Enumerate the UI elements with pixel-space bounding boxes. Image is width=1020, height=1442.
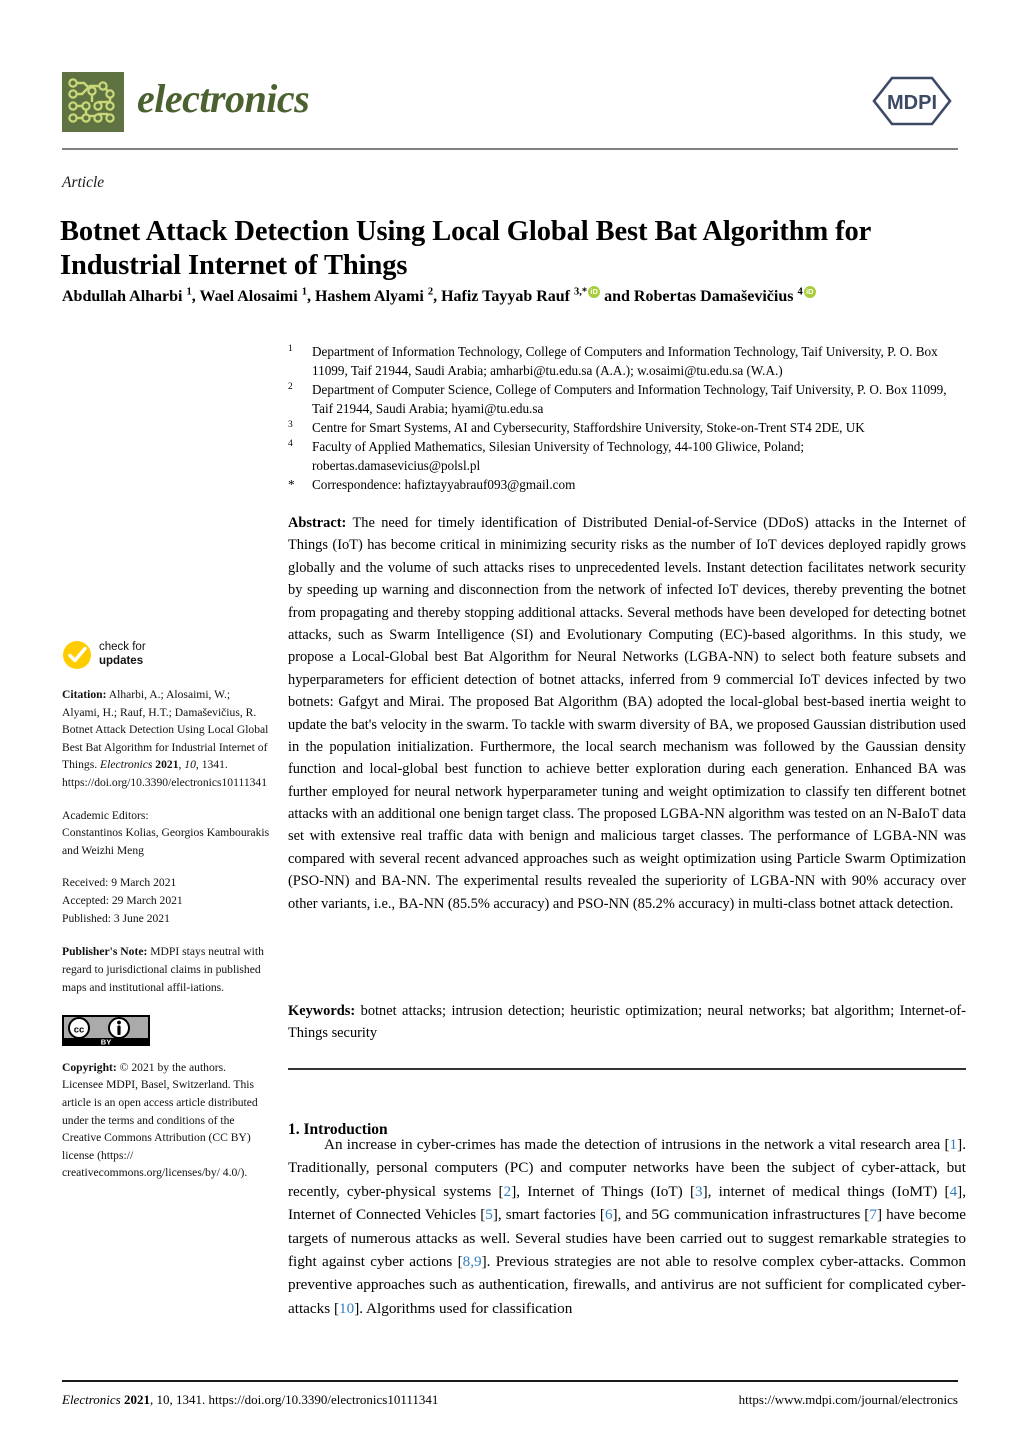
affiliation-row: 2 Department of Computer Science, College… <box>288 380 960 418</box>
check-for-updates-line1: check for <box>99 641 146 654</box>
page-footer: Electronics 2021, 10, 1341. https://doi.… <box>62 1392 958 1408</box>
citation-doi-link[interactable]: https://doi.org/10.3390/electronics10111… <box>62 776 267 789</box>
abstract-text: The need for timely identification of Di… <box>288 515 966 912</box>
check-circle-icon <box>63 641 91 669</box>
abstract-block: Abstract: The need for timely identifica… <box>288 512 966 915</box>
creative-commons-icon: cc <box>74 1025 85 1036</box>
header-divider <box>62 148 958 150</box>
affiliation-row: 4 Faculty of Applied Mathematics, Silesia… <box>288 437 960 475</box>
academic-editors-label: Academic Editors: <box>62 808 149 822</box>
reference-link[interactable]: 1 <box>950 1136 958 1153</box>
affiliation-marker: 1 <box>288 344 293 354</box>
circuit-board-icon <box>62 72 124 132</box>
reference-link[interactable]: 7 <box>869 1206 877 1223</box>
paper-page: electronics MDPI Article Botnet Attack D… <box>0 0 1020 1442</box>
citation-article-number: 1341. <box>201 758 228 772</box>
mdpi-logo-text: MDPI <box>887 92 937 114</box>
reference-link[interactable]: 4 <box>950 1183 958 1200</box>
journal-name: electronics <box>137 76 310 121</box>
reference-link[interactable]: 10 <box>339 1300 354 1317</box>
keywords-divider <box>288 1068 966 1070</box>
accepted-date: Accepted: 29 March 2021 <box>62 894 183 908</box>
academic-editors-block: Academic Editors: Constantinos Kolias, G… <box>62 807 270 860</box>
journal-logo[interactable]: electronics <box>62 72 310 132</box>
citation-volume: 10 <box>184 758 196 772</box>
footer-journal: Electronics <box>62 1392 121 1407</box>
abstract-label: Abstract: <box>288 515 347 531</box>
attribution-person-icon <box>117 1025 121 1036</box>
copyright-block: Copyright: © 2021 by the authors. Licens… <box>62 1059 270 1182</box>
sidebar: check for updates Citation: Alharbi, A.;… <box>62 640 270 1197</box>
dates-block: Received: 9 March 2021 Accepted: 29 Marc… <box>62 874 270 928</box>
copyright-text: © 2021 by the authors. Licensee MDPI, Ba… <box>62 1060 258 1180</box>
affiliation-row: 3 Centre for Smart Systems, AI and Cybers… <box>288 418 960 437</box>
reference-link[interactable]: 3 <box>695 1183 703 1200</box>
reference-link[interactable]: 8,9 <box>463 1253 482 1270</box>
reference-link[interactable]: 2 <box>504 1183 512 1200</box>
footer-journal-url[interactable]: https://www.mdpi.com/journal/electronics <box>739 1392 958 1408</box>
reference-link[interactable]: 6 <box>605 1206 613 1223</box>
reference-link[interactable]: 5 <box>485 1206 493 1223</box>
author-list: Abdullah Alharbi 1, Wael Alosaimi 1, Has… <box>62 286 962 308</box>
citation-year: 2021 <box>155 758 179 772</box>
received-date: Received: 9 March 2021 <box>62 876 177 890</box>
copyright-label: Copyright: <box>62 1060 117 1074</box>
published-date: Published: 3 June 2021 <box>62 912 170 926</box>
publishers-note-block: Publisher's Note: MDPI stays neutral wit… <box>62 943 270 996</box>
keywords-block: Keywords: botnet attacks; intrusion dete… <box>288 1000 966 1045</box>
footer-rest: , 10, 1341. https://doi.org/10.3390/elec… <box>149 1392 439 1407</box>
orcid-icon[interactable] <box>803 286 816 299</box>
affiliations-block: 1 Department of Information Technology, C… <box>288 342 960 494</box>
check-for-updates-badge[interactable]: check for updates <box>62 640 270 670</box>
affiliation-text: Department of Information Technology, Co… <box>312 344 938 378</box>
affiliation-marker: * <box>288 477 295 492</box>
introduction-paragraph: An increase in cyber-crimes has made the… <box>288 1136 967 1317</box>
citation-journal: Electronics <box>100 758 153 772</box>
academic-editors-names: Constantinos Kolias, Georgios Kambouraki… <box>62 826 270 857</box>
check-for-updates-line2: updates <box>99 655 144 667</box>
affiliation-marker: 4 <box>288 439 293 449</box>
author-names-html: Abdullah Alharbi 1, Wael Alosaimi 1, Has… <box>62 286 816 305</box>
affiliation-marker: 2 <box>288 382 293 392</box>
footer-citation: Electronics 2021, 10, 1341. https://doi.… <box>62 1392 438 1408</box>
keywords-text: botnet attacks; intrusion detection; heu… <box>288 1003 966 1042</box>
mdpi-logo[interactable]: MDPI <box>866 74 958 128</box>
page-header: electronics MDPI <box>62 72 958 148</box>
affiliation-text: Correspondence: hafiztayyabrauf093@gmail… <box>312 477 576 492</box>
keywords-label: Keywords: <box>288 1003 356 1019</box>
orcid-icon[interactable] <box>588 286 601 299</box>
affiliation-row: 1 Department of Information Technology, C… <box>288 342 960 380</box>
citation-label: Citation: <box>62 688 107 701</box>
affiliation-marker: 3 <box>288 420 293 430</box>
affiliation-row: * Correspondence: hafiztayyabrauf093@gmai… <box>288 475 960 494</box>
page-title: Botnet Attack Detection Using Local Glob… <box>60 216 871 281</box>
publishers-note-label: Publisher's Note: <box>62 945 148 959</box>
footer-divider <box>62 1380 958 1382</box>
affiliation-text: Department of Computer Science, College … <box>312 382 947 416</box>
footer-year: 2021 <box>123 1392 150 1407</box>
article-type-label: Article <box>62 174 105 191</box>
affiliation-text: Centre for Smart Systems, AI and Cyberse… <box>312 420 865 435</box>
cc-by-license-badge[interactable]: cc BY <box>62 1015 150 1047</box>
citation-block: Citation: Alharbi, A.; Alosaimi, W.; Aly… <box>62 688 269 790</box>
affiliation-text: Faculty of Applied Mathematics, Silesian… <box>312 439 805 473</box>
cc-by-label: BY <box>101 1038 111 1047</box>
